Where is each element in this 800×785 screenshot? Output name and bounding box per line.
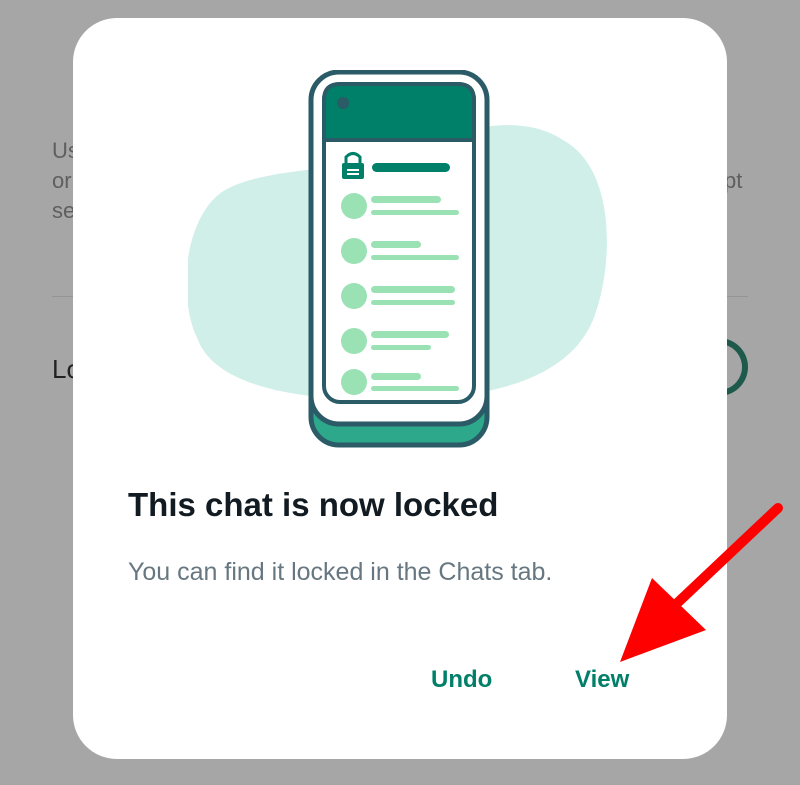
locked-chats-heading-bar [372,163,450,172]
annotation-arrow-icon [620,503,783,662]
camera-dot [337,97,349,109]
background-text-2: or [52,168,72,193]
background-text-3: se [52,198,76,223]
phone-header [322,82,476,142]
dialog-title: This chat is now locked [128,486,499,523]
phone-illustration [188,70,607,448]
undo-button[interactable]: Undo [423,660,500,700]
dialog-message: You can find it locked in the Chats tab. [128,558,553,586]
